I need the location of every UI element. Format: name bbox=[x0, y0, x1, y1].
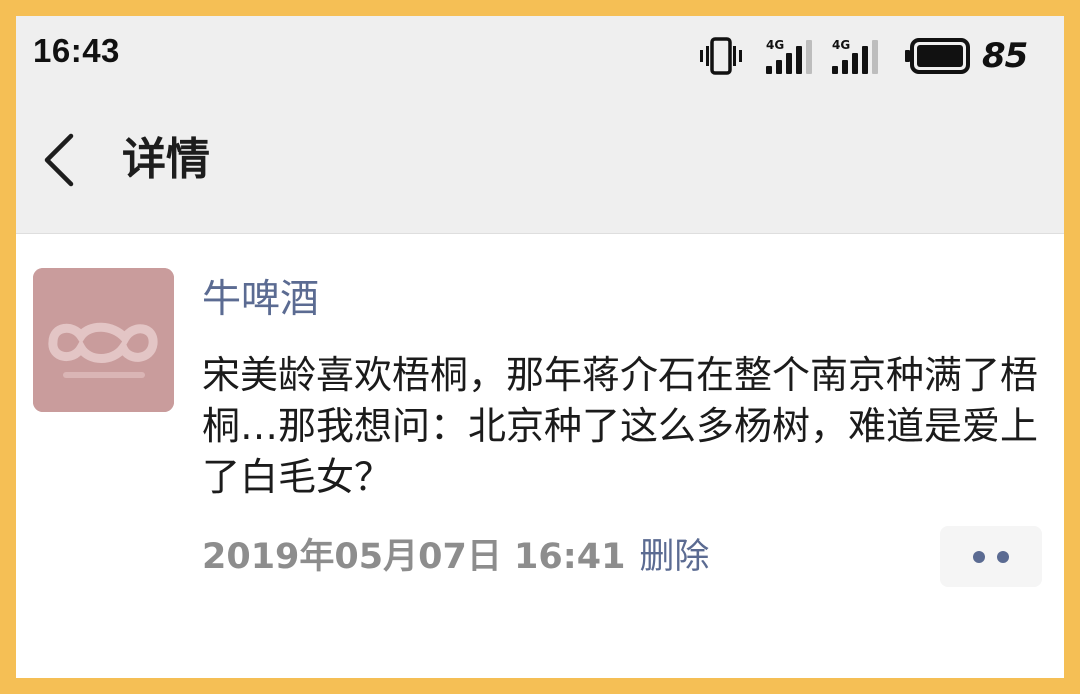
top-bar: 16:43 4G 4G 85 详情 bbox=[16, 16, 1064, 234]
chevron-left-icon bbox=[44, 133, 74, 187]
post-author-name[interactable]: 牛啤酒 bbox=[202, 274, 319, 326]
network-label-1: 4G bbox=[766, 38, 784, 52]
avatar-image bbox=[33, 268, 174, 412]
vibrate-icon bbox=[698, 36, 744, 76]
delete-button[interactable]: 删除 bbox=[639, 528, 709, 579]
post-timestamp: 2019年05月07日 16:41 bbox=[202, 536, 626, 577]
post-meta: 2019年05月07日 16:41 删除 bbox=[202, 528, 709, 578]
signal-4g-icon: 4G bbox=[764, 36, 814, 76]
network-label-2: 4G bbox=[832, 38, 850, 52]
battery-icon bbox=[904, 38, 970, 74]
status-icons: 4G 4G 85 bbox=[698, 36, 1028, 76]
signal-4g-icon: 4G bbox=[830, 36, 880, 76]
post-content: 宋美龄喜欢梧桐，那年蒋介石在整个南京种满了梧桐…那我想问：北京种了这么多杨树，难… bbox=[202, 353, 1039, 499]
status-time: 16:43 bbox=[33, 32, 120, 69]
screen: 16:43 4G 4G 85 详情 牛啤酒 宋美龄喜欢梧桐，那年蒋介石在整个南京… bbox=[16, 16, 1064, 678]
battery-level: 85 bbox=[982, 36, 1028, 76]
more-dots-icon bbox=[973, 550, 985, 563]
page-title: 详情 bbox=[122, 134, 210, 185]
avatar[interactable] bbox=[33, 268, 174, 412]
back-button[interactable] bbox=[36, 132, 82, 188]
more-dots-icon bbox=[997, 550, 1009, 563]
more-options-button[interactable] bbox=[940, 526, 1042, 587]
